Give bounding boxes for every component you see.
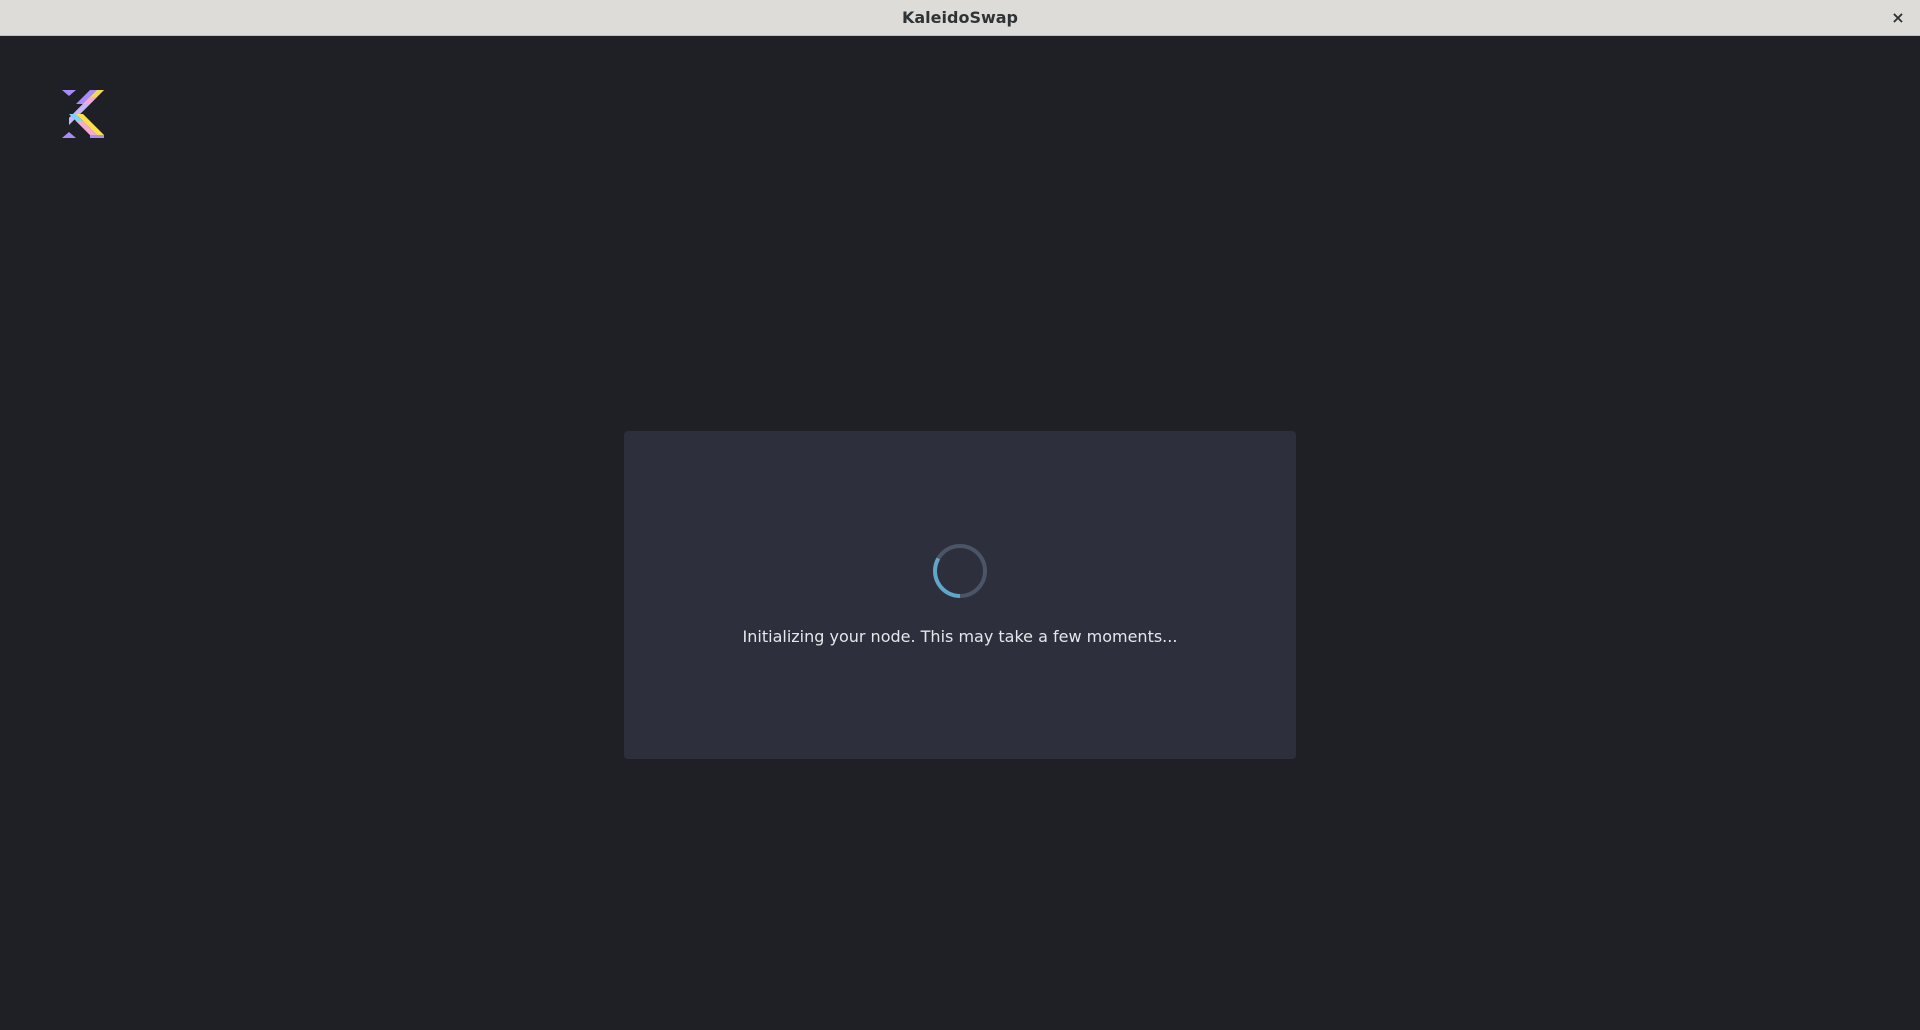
loading-message: Initializing your node. This may take a … [742,627,1178,646]
kaleidoswap-logo-icon [62,90,108,138]
close-icon[interactable]: × [1886,6,1910,30]
loading-card: Initializing your node. This may take a … [624,431,1296,759]
window-titlebar: KaleidoSwap × [0,0,1920,36]
app-content: Initializing your node. This may take a … [0,36,1920,1030]
loading-spinner-icon [932,543,988,599]
window-title: KaleidoSwap [901,8,1018,27]
